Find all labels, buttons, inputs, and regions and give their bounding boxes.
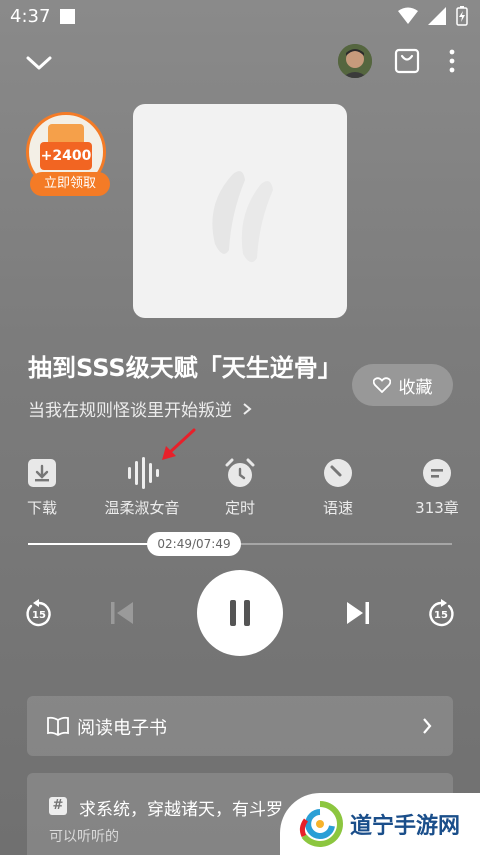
notification-icon [60, 9, 75, 24]
heart-icon [372, 377, 391, 393]
claim-button[interactable]: 立即领取 [30, 172, 110, 196]
coin-stack-icon [48, 124, 84, 144]
rewind-15-button[interactable]: 15 [22, 597, 56, 631]
status-time: 4:37 [10, 6, 51, 27]
chapter-list-icon [423, 459, 451, 487]
recommendation-question: 求系统，穿越诸天，有斗罗 [79, 800, 283, 820]
voice-wave-icon [128, 457, 159, 489]
tool-timer[interactable]: 定时 [192, 456, 288, 518]
battery-icon [456, 6, 468, 26]
rewind-15-icon: 15 [26, 599, 51, 627]
read-ebook-label: 阅读电子书 [77, 718, 167, 739]
tool-download[interactable]: 下载 [0, 456, 90, 518]
signal-icon [428, 7, 446, 25]
forward-15-icon: 15 [429, 599, 454, 627]
cover-placeholder-icon [212, 171, 273, 263]
tool-chapters[interactable]: 313章 [389, 456, 480, 518]
forward-15-button[interactable]: 15 [424, 597, 458, 631]
status-bar: 4:37 [0, 0, 480, 32]
previous-chapter-button[interactable] [106, 597, 138, 629]
user-avatar[interactable] [338, 44, 372, 78]
tool-speed-label: 语速 [322, 499, 353, 517]
alarm-clock-icon [225, 458, 255, 487]
shopping-bag-icon [394, 48, 420, 74]
red-arrow-annotation [162, 428, 196, 460]
chevron-down-icon [26, 56, 52, 70]
more-options-button[interactable] [440, 46, 464, 76]
top-bar [0, 40, 480, 84]
avatar-photo-icon [338, 44, 372, 78]
coin-reward-badge[interactable]: +2400 立即领取 [26, 112, 110, 196]
book-subtitle-link[interactable]: 当我在规则怪谈里开始叛逆 [28, 396, 253, 421]
wifi-icon [398, 7, 418, 24]
hashtag-icon: # [49, 797, 67, 815]
download-icon [28, 459, 56, 487]
tool-timer-label: 定时 [224, 499, 255, 517]
tool-speed[interactable]: 语速 [290, 456, 386, 518]
skip-next-icon [347, 602, 369, 624]
watermark-text: 道宁手游网 [350, 814, 461, 839]
tool-chapters-label: 313章 [415, 499, 459, 517]
shopping-bag-button[interactable] [392, 46, 422, 76]
favorite-label: 收藏 [398, 377, 433, 398]
rewind-seconds: 15 [32, 610, 46, 621]
coin-amount: +2400 [40, 142, 92, 170]
favorite-button[interactable]: 收藏 [352, 364, 453, 406]
tools-row: 下载 温柔淑女音 定时 语速 313章 [0, 428, 480, 526]
progress-time-bubble[interactable]: 02:49/07:49 [147, 532, 241, 556]
book-title: 抽到SSS级天赋「天生逆骨」 [28, 354, 338, 382]
recommendation-subtext: 可以听听的 [49, 829, 119, 845]
forward-seconds: 15 [434, 610, 448, 621]
skip-previous-icon [111, 602, 133, 624]
playback-controls: 15 15 [0, 570, 480, 660]
chevron-right-icon [243, 403, 252, 415]
more-vertical-icon [449, 49, 455, 73]
watermark: 道宁手游网 [280, 793, 480, 855]
collapse-button[interactable] [22, 48, 56, 76]
watermark-logo-icon [299, 801, 343, 847]
read-ebook-card[interactable]: 阅读电子书 [27, 696, 453, 756]
tool-download-label: 下载 [26, 499, 57, 517]
pause-icon [230, 600, 250, 626]
tool-voice-label: 温柔淑女音 [104, 499, 180, 517]
book-cover [133, 104, 347, 318]
next-chapter-button[interactable] [342, 597, 374, 629]
open-book-icon [47, 716, 69, 736]
speed-gauge-icon [324, 459, 352, 487]
book-subtitle: 当我在规则怪谈里开始叛逆 [28, 401, 232, 421]
chevron-right-icon [423, 718, 432, 734]
status-icons [398, 6, 468, 26]
pause-button[interactable] [197, 570, 283, 656]
